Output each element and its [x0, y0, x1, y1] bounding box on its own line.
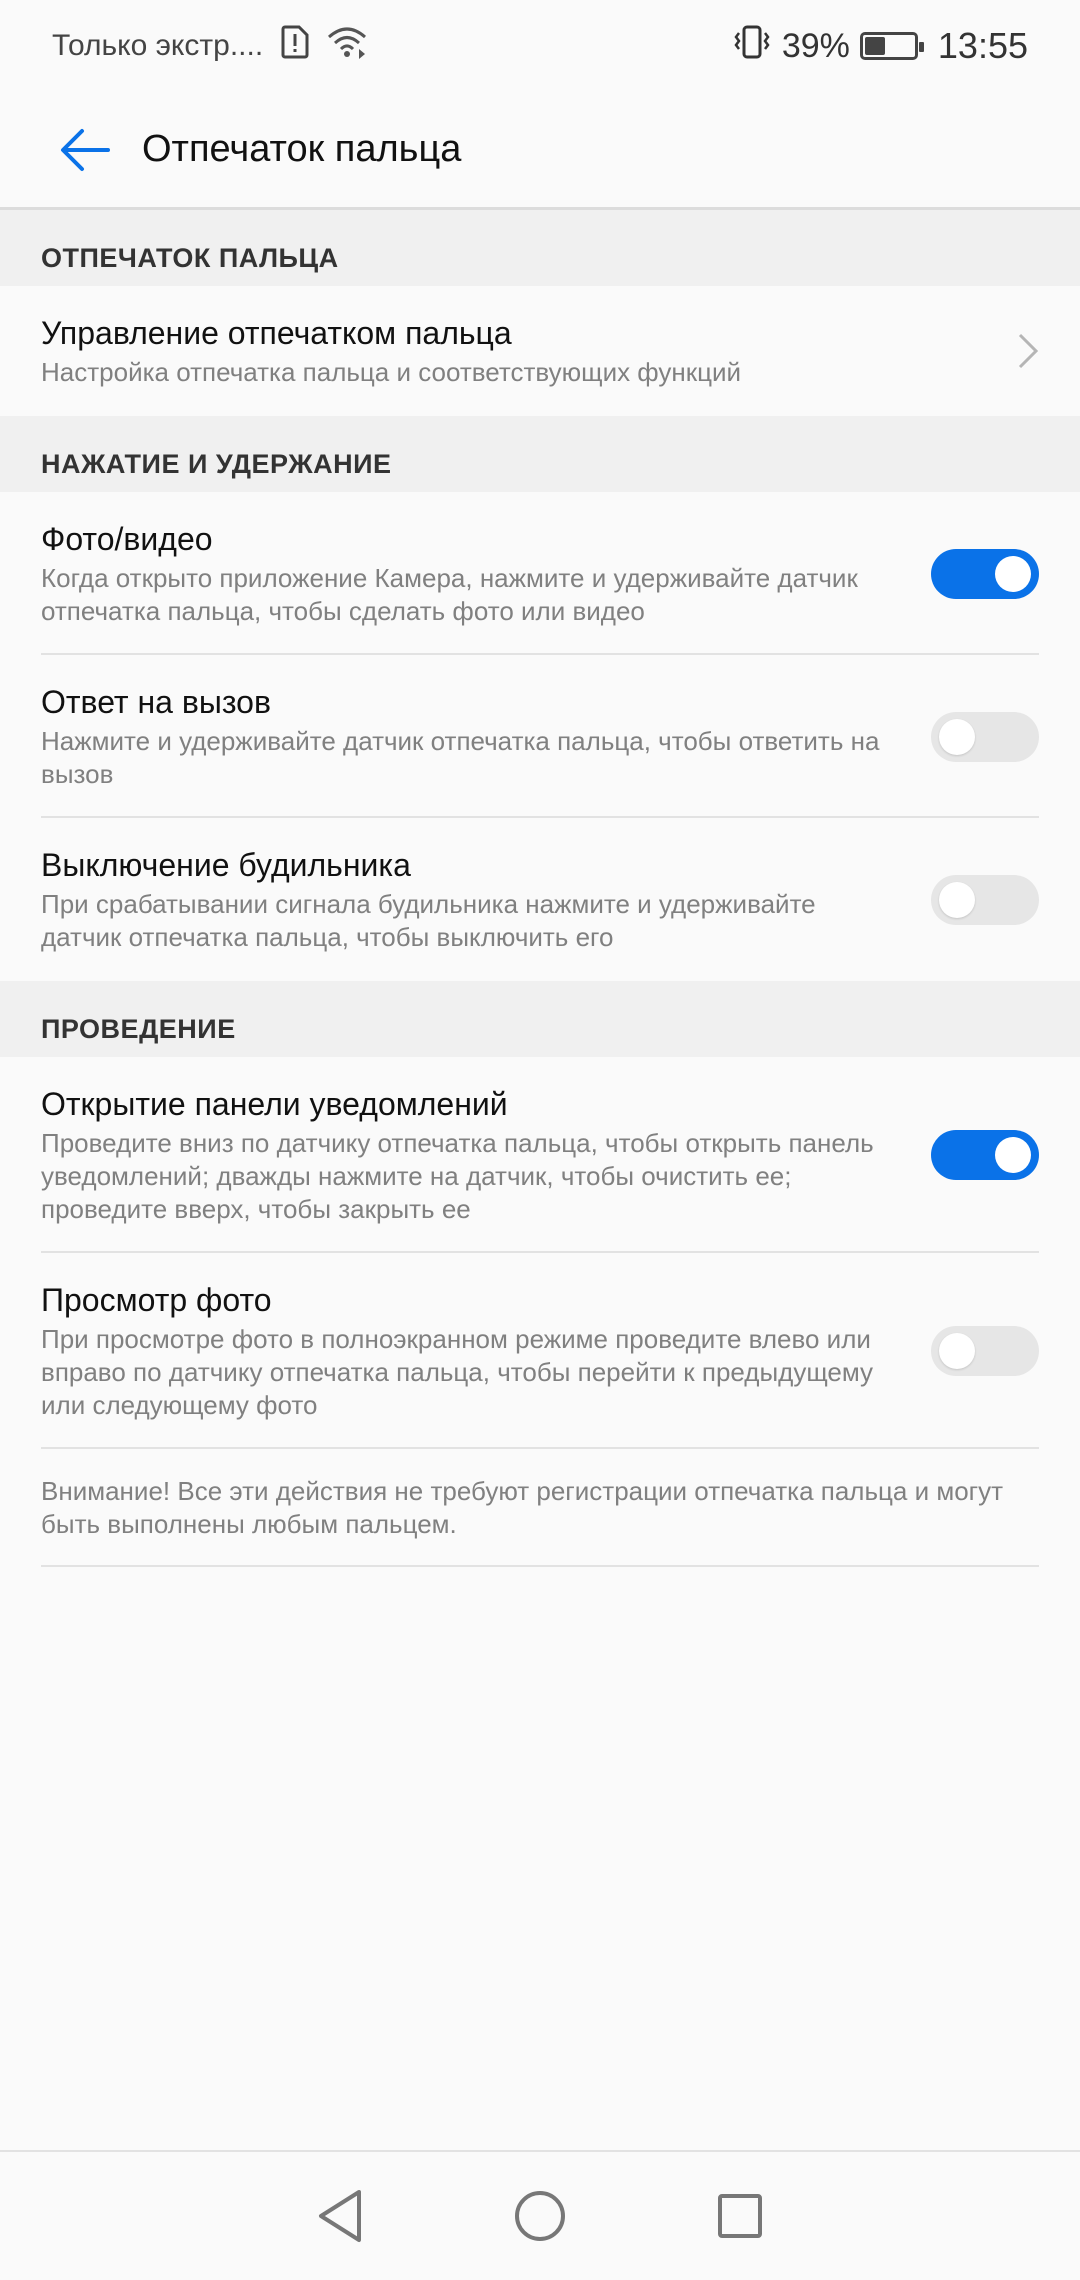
settings-content: ОТПЕЧАТОК ПАЛЬЦА Управление отпечатком п…	[0, 210, 1080, 1567]
fingerprint-management-item[interactable]: Управление отпечатком пальца Настройка о…	[0, 286, 1080, 416]
page-title: Отпечаток пальца	[142, 128, 462, 170]
status-bar: Только экстр.... 39% 13:55	[0, 0, 1080, 92]
notification-panel-toggle[interactable]	[931, 1130, 1039, 1180]
row-title: Открытие панели уведомлений	[41, 1086, 508, 1122]
app-bar: Отпечаток пальца	[0, 92, 1080, 210]
nav-home-button[interactable]	[510, 2186, 570, 2246]
navigation-bar	[0, 2150, 1080, 2280]
row-title: Просмотр фото	[41, 1282, 272, 1318]
row-subtitle: Настройка отпечатка пальца и соответству…	[41, 357, 742, 387]
circle-home-icon	[515, 2191, 565, 2241]
row-text: Выключение будильника При срабатывании с…	[41, 845, 891, 954]
row-text: Ответ на вызов Нажмите и удерживайте дат…	[41, 682, 891, 791]
triangle-back-icon	[319, 2190, 361, 2242]
status-left: Только экстр....	[52, 25, 367, 67]
alarm-off-item[interactable]: Выключение будильника При срабатывании с…	[0, 818, 1080, 981]
row-subtitle: Нажмите и удерживайте датчик отпечатка п…	[41, 726, 880, 789]
toggle-knob	[939, 718, 975, 755]
row-text: Просмотр фото При просмотре фото в полно…	[41, 1280, 891, 1422]
sim-alert-icon	[281, 25, 309, 67]
row-subtitle: При просмотре фото в полноэкранном режим…	[41, 1324, 874, 1420]
toggle-knob	[939, 1333, 975, 1369]
alarm-off-toggle[interactable]	[931, 874, 1039, 925]
photo-video-toggle[interactable]	[931, 548, 1039, 599]
carrier-text: Только экстр....	[52, 29, 264, 62]
row-subtitle: Когда открыто приложение Камера, нажмите…	[41, 563, 858, 626]
toggle-knob	[939, 881, 975, 918]
photo-video-item[interactable]: Фото/видео Когда открыто приложение Каме…	[0, 492, 1080, 655]
row-subtitle: При срабатывании сигнала будильника нажм…	[41, 889, 816, 952]
row-title: Управление отпечатком пальца	[41, 315, 512, 351]
square-recent-icon	[718, 2194, 762, 2238]
row-title: Выключение будильника	[41, 847, 411, 883]
row-text: Открытие панели уведомлений Проведите вн…	[41, 1084, 891, 1226]
nav-recent-button[interactable]	[710, 2186, 770, 2246]
answer-call-toggle[interactable]	[931, 711, 1039, 762]
photo-browse-toggle[interactable]	[931, 1326, 1039, 1376]
toggle-knob	[995, 1137, 1031, 1173]
section-header-fingerprint: ОТПЕЧАТОК ПАЛЬЦА	[0, 210, 1080, 286]
battery-fill	[864, 37, 886, 55]
clock: 13:55	[937, 25, 1028, 66]
wifi-icon	[327, 25, 367, 67]
arrow-left-icon	[61, 128, 110, 171]
photo-browse-item[interactable]: Просмотр фото При просмотре фото в полно…	[0, 1253, 1080, 1449]
vibrate-icon	[732, 24, 772, 69]
notification-panel-item[interactable]: Открытие панели уведомлений Проведите вн…	[0, 1057, 1080, 1253]
row-text: Фото/видео Когда открыто приложение Каме…	[41, 519, 891, 628]
toggle-knob	[995, 555, 1031, 592]
answer-call-item[interactable]: Ответ на вызов Нажмите и удерживайте дат…	[0, 655, 1080, 818]
status-right: 39% 13:55	[732, 24, 1028, 69]
notice-text-content: Внимание! Все эти действия не требуют ре…	[41, 1476, 1004, 1539]
section-header-swipe: ПРОВЕДЕНИЕ	[0, 981, 1080, 1057]
nav-back-button[interactable]	[310, 2186, 370, 2246]
chevron-right-icon	[999, 331, 1039, 371]
back-button[interactable]	[30, 95, 140, 205]
battery-percent: 39%	[781, 26, 850, 65]
row-title: Фото/видео	[41, 521, 213, 557]
section-header-press-hold: НАЖАТИЕ И УДЕРЖАНИЕ	[0, 416, 1080, 492]
divider	[41, 1565, 1039, 1567]
row-subtitle: Проведите вниз по датчику отпечатка паль…	[41, 1128, 874, 1224]
battery-icon	[859, 32, 924, 60]
row-title: Ответ на вызов	[41, 684, 271, 720]
row-text: Управление отпечатком пальца Настройка о…	[41, 313, 999, 389]
notice-text: Внимание! Все эти действия не требуют ре…	[0, 1449, 1080, 1567]
